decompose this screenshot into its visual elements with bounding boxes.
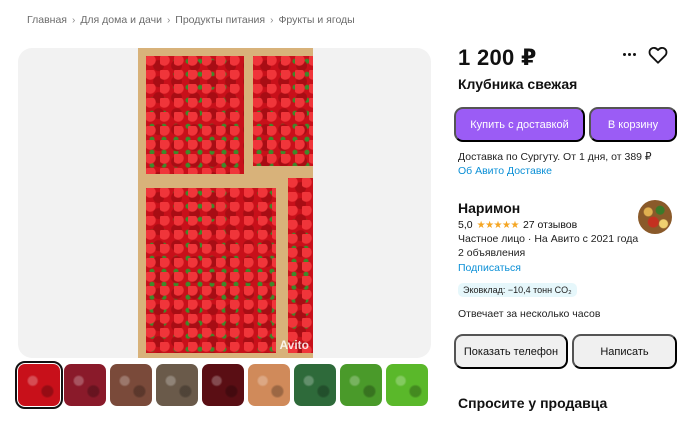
breadcrumb-food[interactable]: Продукты питания <box>175 14 265 26</box>
thumbnail-green-peppers[interactable] <box>386 364 428 406</box>
heart-icon[interactable] <box>648 46 668 64</box>
strawberries-box-top-left <box>146 56 244 174</box>
thumbnail-strawberries-crate[interactable] <box>15 361 63 409</box>
thumbnail-boxes-produce[interactable] <box>156 364 198 406</box>
breadcrumb-fruits-berries[interactable]: Фрукты и ягоды <box>278 14 354 26</box>
show-phone-button[interactable]: Показать телефон <box>454 334 568 369</box>
add-to-cart-button[interactable]: В корзину <box>589 107 677 142</box>
write-message-button[interactable]: Написать <box>572 334 677 369</box>
chevron-right-icon: › <box>270 14 274 26</box>
response-time: Отвечает за несколько часов <box>458 308 601 320</box>
seller-ads-count[interactable]: 2 объявления <box>458 247 525 259</box>
more-options-icon[interactable] <box>619 47 639 61</box>
seller-rating: 5,0 ★★★★★ 27 отзывов <box>458 219 577 231</box>
star-icons: ★★★★★ <box>476 219 520 231</box>
strawberries-box-bottom-left <box>146 188 276 353</box>
buy-with-delivery-button[interactable]: Купить с доставкой <box>454 107 585 142</box>
breadcrumb: Главная › Для дома и дачи › Продукты пит… <box>27 14 355 26</box>
price: 1 200 ₽ <box>458 45 537 70</box>
seller-type: Частное лицо · На Авито с 2021 года <box>458 233 639 245</box>
reviews-link[interactable]: 27 отзывов <box>523 219 577 231</box>
chevron-right-icon: › <box>71 14 76 26</box>
eco-badge: Эковклад: −10,4 тонн CO₂ <box>458 283 577 297</box>
strawberries-box-top-right <box>253 56 313 166</box>
thumbnail-cucumbers[interactable] <box>294 364 336 406</box>
seller-avatar[interactable] <box>638 200 672 234</box>
avito-delivery-link[interactable]: Об Авито Доставке <box>458 165 552 177</box>
thumbnail-market-stall[interactable] <box>110 364 152 406</box>
product-title: Клубника свежая <box>458 76 578 92</box>
delivery-info: Доставка по Сургуту. От 1 дня, от 389 ₽ <box>458 151 652 163</box>
photo-gallery[interactable]: Avito <box>18 48 431 358</box>
breadcrumb-home-garden[interactable]: Для дома и дачи <box>80 14 162 26</box>
ask-seller-heading: Спросите у продавца <box>458 395 608 411</box>
thumbnail-green-peas[interactable] <box>340 364 382 406</box>
main-photo[interactable]: Avito <box>138 48 313 358</box>
rating-value: 5,0 <box>458 219 473 231</box>
thumbnail-berries-bowl[interactable] <box>64 364 106 406</box>
thumbnail-strip <box>15 361 428 409</box>
subscribe-link[interactable]: Подписаться <box>458 262 521 274</box>
avito-watermark: Avito <box>279 338 309 352</box>
breadcrumb-home[interactable]: Главная <box>27 14 67 26</box>
seller-name[interactable]: Наримон <box>458 200 520 216</box>
strawberries-box-bottom-right <box>288 178 313 353</box>
thumbnail-eggs[interactable] <box>248 364 290 406</box>
chevron-right-icon: › <box>166 14 171 26</box>
thumbnail-cherries[interactable] <box>202 364 244 406</box>
